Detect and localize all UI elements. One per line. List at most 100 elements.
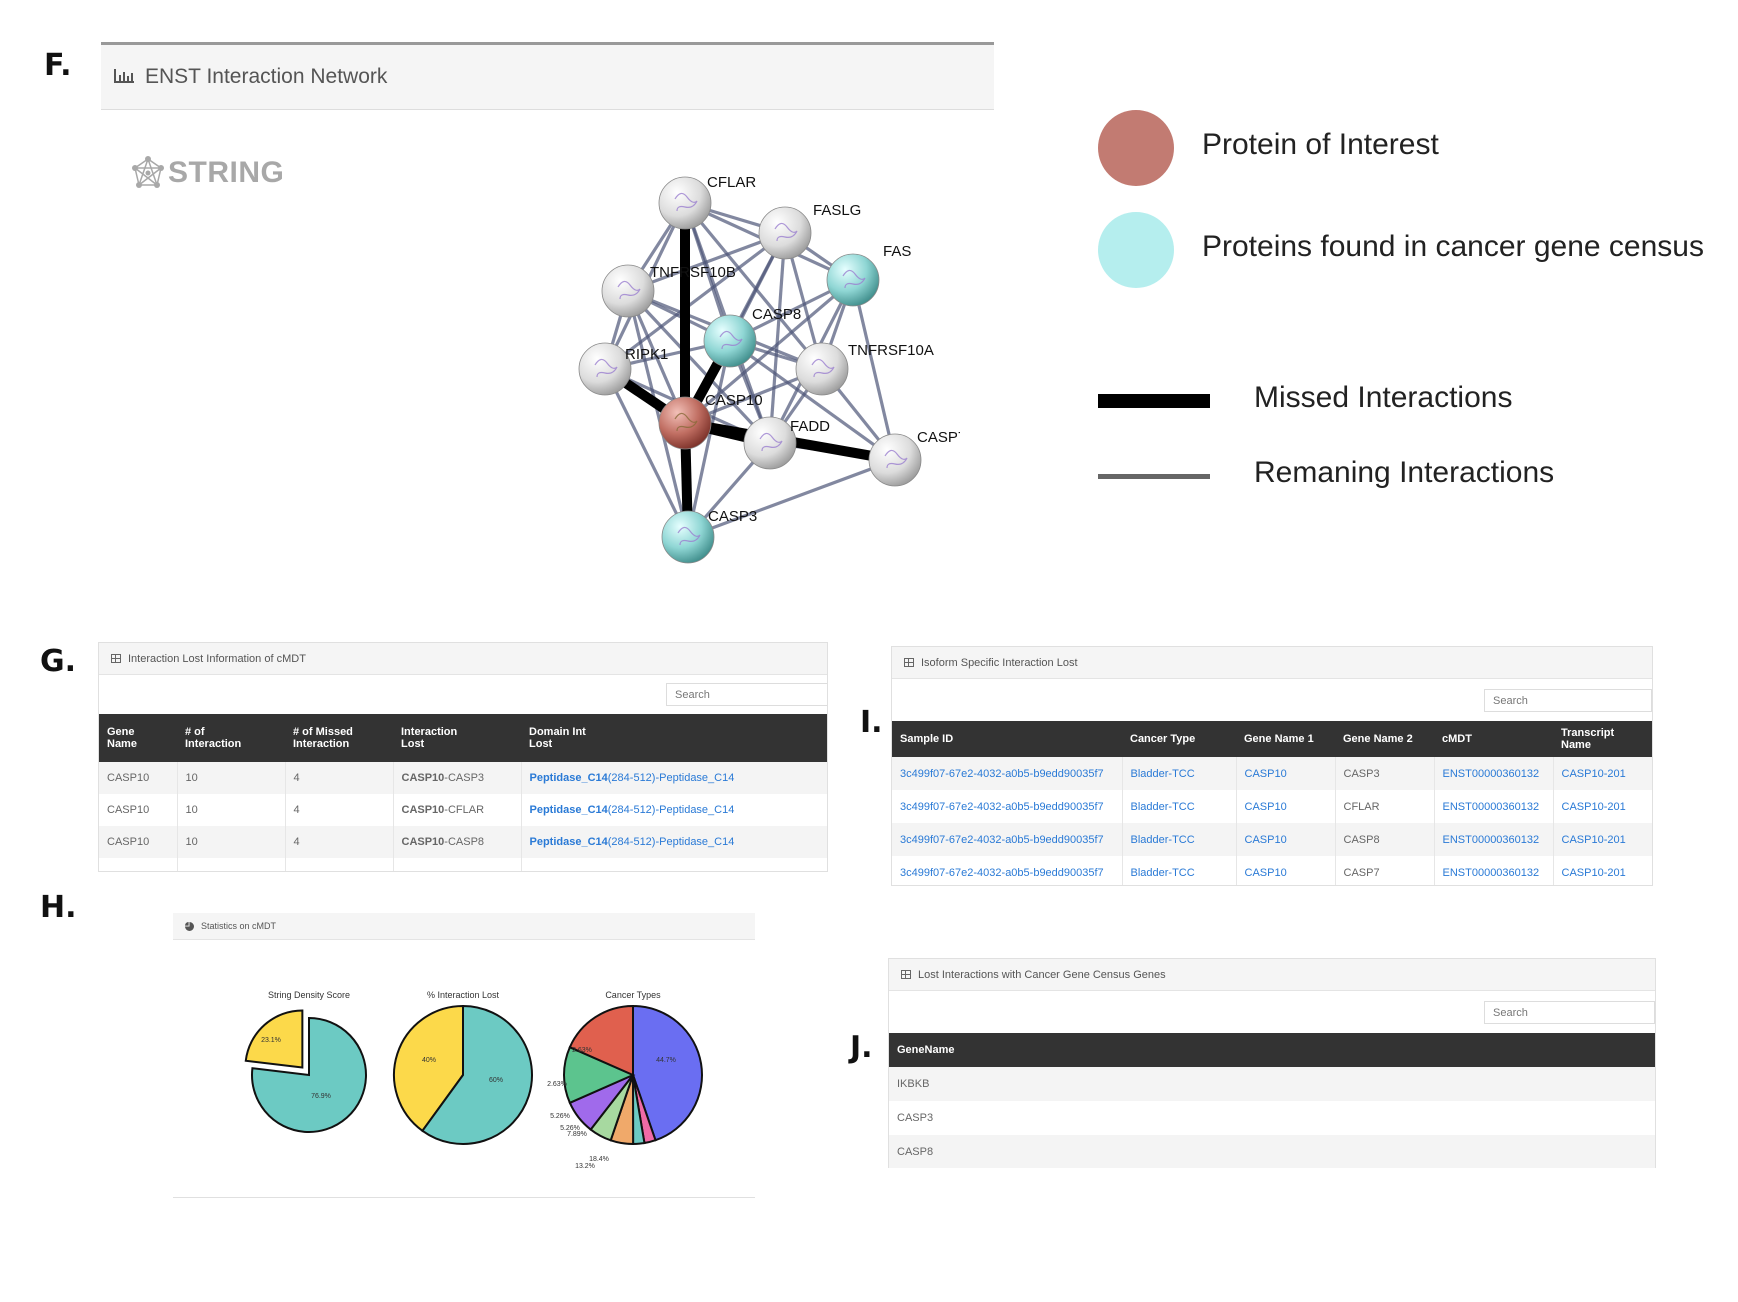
pie-title: String Density Score — [268, 990, 350, 1000]
node-faslg[interactable] — [758, 206, 812, 260]
node-fas[interactable] — [826, 253, 880, 307]
table-link[interactable]: ENST00000360132 — [1434, 757, 1554, 790]
column-header[interactable]: Transcript Name — [1553, 721, 1652, 757]
table-link[interactable]: 3c499f07-67e2-4032-a0b5-b9edd90035f7 — [892, 757, 1123, 790]
isoform-search-input[interactable]: Search — [1484, 689, 1652, 712]
isoform-table: Sample ID Cancer Type Gene Name 1 Gene Name… — [892, 721, 1652, 885]
table-link[interactable]: ENST00000360132 — [1434, 823, 1554, 856]
column-header[interactable]: Gene Name 2 — [1335, 721, 1434, 757]
network-panel-header: ENST Interaction Network — [101, 42, 994, 110]
gene-cell: CASP8 — [889, 1135, 1655, 1168]
column-header-interaction-lost[interactable]: Interaction Lost — [393, 714, 521, 762]
pie-title: % Interaction Lost — [427, 990, 500, 1000]
table-link[interactable]: ENST00000360132 — [1434, 856, 1554, 885]
table-link[interactable]: Bladder-TCC — [1122, 856, 1237, 885]
gene-cell: IKBKB — [889, 1067, 1655, 1101]
table-link[interactable]: CASP10-201 — [1553, 757, 1652, 790]
column-header-gene-name[interactable]: GeneName — [99, 714, 177, 762]
statistics-panel-title: Statistics on cMDT — [201, 921, 277, 931]
node-fadd[interactable] — [743, 416, 797, 470]
node-tnfrsf10b[interactable] — [601, 264, 655, 318]
column-header-gene-name[interactable]: GeneName — [889, 1033, 1655, 1067]
table-link[interactable]: ENST00000360132 — [1434, 790, 1554, 823]
gene-cell: CFLAR — [1335, 790, 1435, 823]
table-link[interactable]: CASP10 — [1236, 757, 1336, 790]
node-cflar[interactable] — [658, 176, 712, 230]
string-network-icon — [132, 156, 164, 188]
interaction-lost-search-input[interactable]: Search — [666, 683, 827, 706]
missed-cell: 4 — [285, 762, 394, 794]
interactions-cell: 10 — [177, 826, 286, 858]
gene-cell: CASP10 — [99, 794, 178, 826]
panel-letter-j: J. — [850, 1030, 873, 1065]
domain-link[interactable]: Peptidase_C14(284-512)-Peptidase_C14 — [521, 794, 827, 826]
column-header[interactable]: Cancer Type — [1122, 721, 1236, 757]
node-label-tnfrsf10b: TNFRSF10B — [650, 264, 736, 281]
node-ripk1[interactable] — [578, 342, 632, 396]
panel-letter-i: I. — [860, 705, 883, 740]
pie-label: 60% — [489, 1077, 503, 1084]
table-row: CASP10 10 4 CASP10-CASP3 Peptidase_C14(2… — [99, 762, 827, 794]
node-casp7[interactable] — [868, 433, 922, 487]
table-link[interactable]: CASP10-201 — [1553, 823, 1652, 856]
table-link[interactable]: Bladder-TCC — [1122, 823, 1237, 856]
bar-chart-icon — [113, 67, 135, 90]
interaction-lost-cell: CASP10-CASP3 — [393, 762, 522, 794]
census-interactions-panel: Lost Interactions with Cancer Gene Censu… — [888, 958, 1656, 1168]
node-label-casp7: CASP7 — [917, 429, 960, 446]
pie-label: 2.63% — [547, 1081, 567, 1088]
node-label-casp3: CASP3 — [708, 508, 757, 525]
table-link[interactable]: 3c499f07-67e2-4032-a0b5-b9edd90035f7 — [892, 856, 1123, 885]
interactions-cell: 10 — [177, 794, 286, 826]
column-header[interactable]: cMDT — [1434, 721, 1553, 757]
pie-label: 2.63% — [572, 1047, 592, 1054]
interaction-lost-panel-header: Interaction Lost Information of cMDT — [99, 643, 827, 675]
table-link[interactable]: Bladder-TCC — [1122, 757, 1237, 790]
node-casp3[interactable] — [661, 510, 715, 564]
column-header[interactable]: Sample ID — [892, 721, 1122, 757]
interaction-network-graph: CFLAR FASLG FAS TNFRSF10B CASP8 RIPK1 TNFRSF10… — [578, 174, 960, 564]
gene-cell: CASP10 — [99, 826, 178, 858]
domain-link[interactable]: Peptidase_C14(284-512)-Peptidase_C14 — [521, 826, 827, 858]
string-logo: STRING — [130, 155, 284, 191]
table-icon — [111, 654, 121, 663]
isoform-panel-header: Isoform Specific Interaction Lost — [892, 647, 1652, 679]
column-header[interactable]: Gene Name 1 — [1236, 721, 1335, 757]
interaction-lost-cell: CASP10-CASP8 — [393, 826, 522, 858]
column-header-domain-int-lost[interactable]: Domain Int Lost — [521, 714, 827, 762]
table-row: CASP3 — [889, 1101, 1655, 1135]
pie-label: 44.7% — [656, 1057, 676, 1064]
gene-cell: CASP8 — [1335, 823, 1435, 856]
legend-interest-label: Protein of Interest — [1202, 128, 1439, 161]
table-link[interactable]: 3c499f07-67e2-4032-a0b5-b9edd90035f7 — [892, 790, 1123, 823]
panel-letter-f: F. — [44, 48, 72, 83]
legend-remaining-label: Remaning Interactions — [1254, 456, 1555, 489]
node-casp8[interactable] — [703, 314, 757, 368]
table-link[interactable]: 3c499f07-67e2-4032-a0b5-b9edd90035f7 — [892, 823, 1123, 856]
table-icon — [904, 658, 914, 667]
table-link[interactable]: CASP10 — [1236, 823, 1336, 856]
domain-link[interactable]: Peptidase_C14(284-512)-Peptidase_C14 — [521, 762, 827, 794]
node-tnfrsf10a[interactable] — [795, 342, 849, 396]
column-header-interactions[interactable]: # of Interaction — [177, 714, 285, 762]
node-casp10[interactable] — [658, 396, 712, 450]
table-link[interactable]: CASP10-201 — [1553, 856, 1652, 885]
node-label-cflar: CFLAR — [707, 174, 756, 191]
pie-label: 5.26% — [560, 1125, 580, 1132]
gene-cell: CASP3 — [1335, 757, 1435, 790]
interaction-lost-panel: Interaction Lost Information of cMDT Sea… — [98, 642, 828, 872]
panel-letter-h: H. — [40, 890, 77, 925]
edge-remaining — [687, 458, 896, 539]
pie-title: Cancer Types — [605, 990, 661, 1000]
pie-label: 5.26% — [550, 1113, 570, 1120]
legend-missed-label: Missed Interactions — [1254, 381, 1513, 414]
network-panel-title: ENST Interaction Network — [145, 65, 388, 88]
table-link[interactable]: Bladder-TCC — [1122, 790, 1237, 823]
census-search-input[interactable]: Search — [1484, 1001, 1655, 1024]
table-link[interactable]: CASP10 — [1236, 856, 1336, 885]
column-header-missed[interactable]: # of Missed Interaction — [285, 714, 393, 762]
table-link[interactable]: CASP10 — [1236, 790, 1336, 823]
interactions-cell: 10 — [177, 762, 286, 794]
table-icon — [901, 970, 911, 979]
table-link[interactable]: CASP10-201 — [1553, 790, 1652, 823]
